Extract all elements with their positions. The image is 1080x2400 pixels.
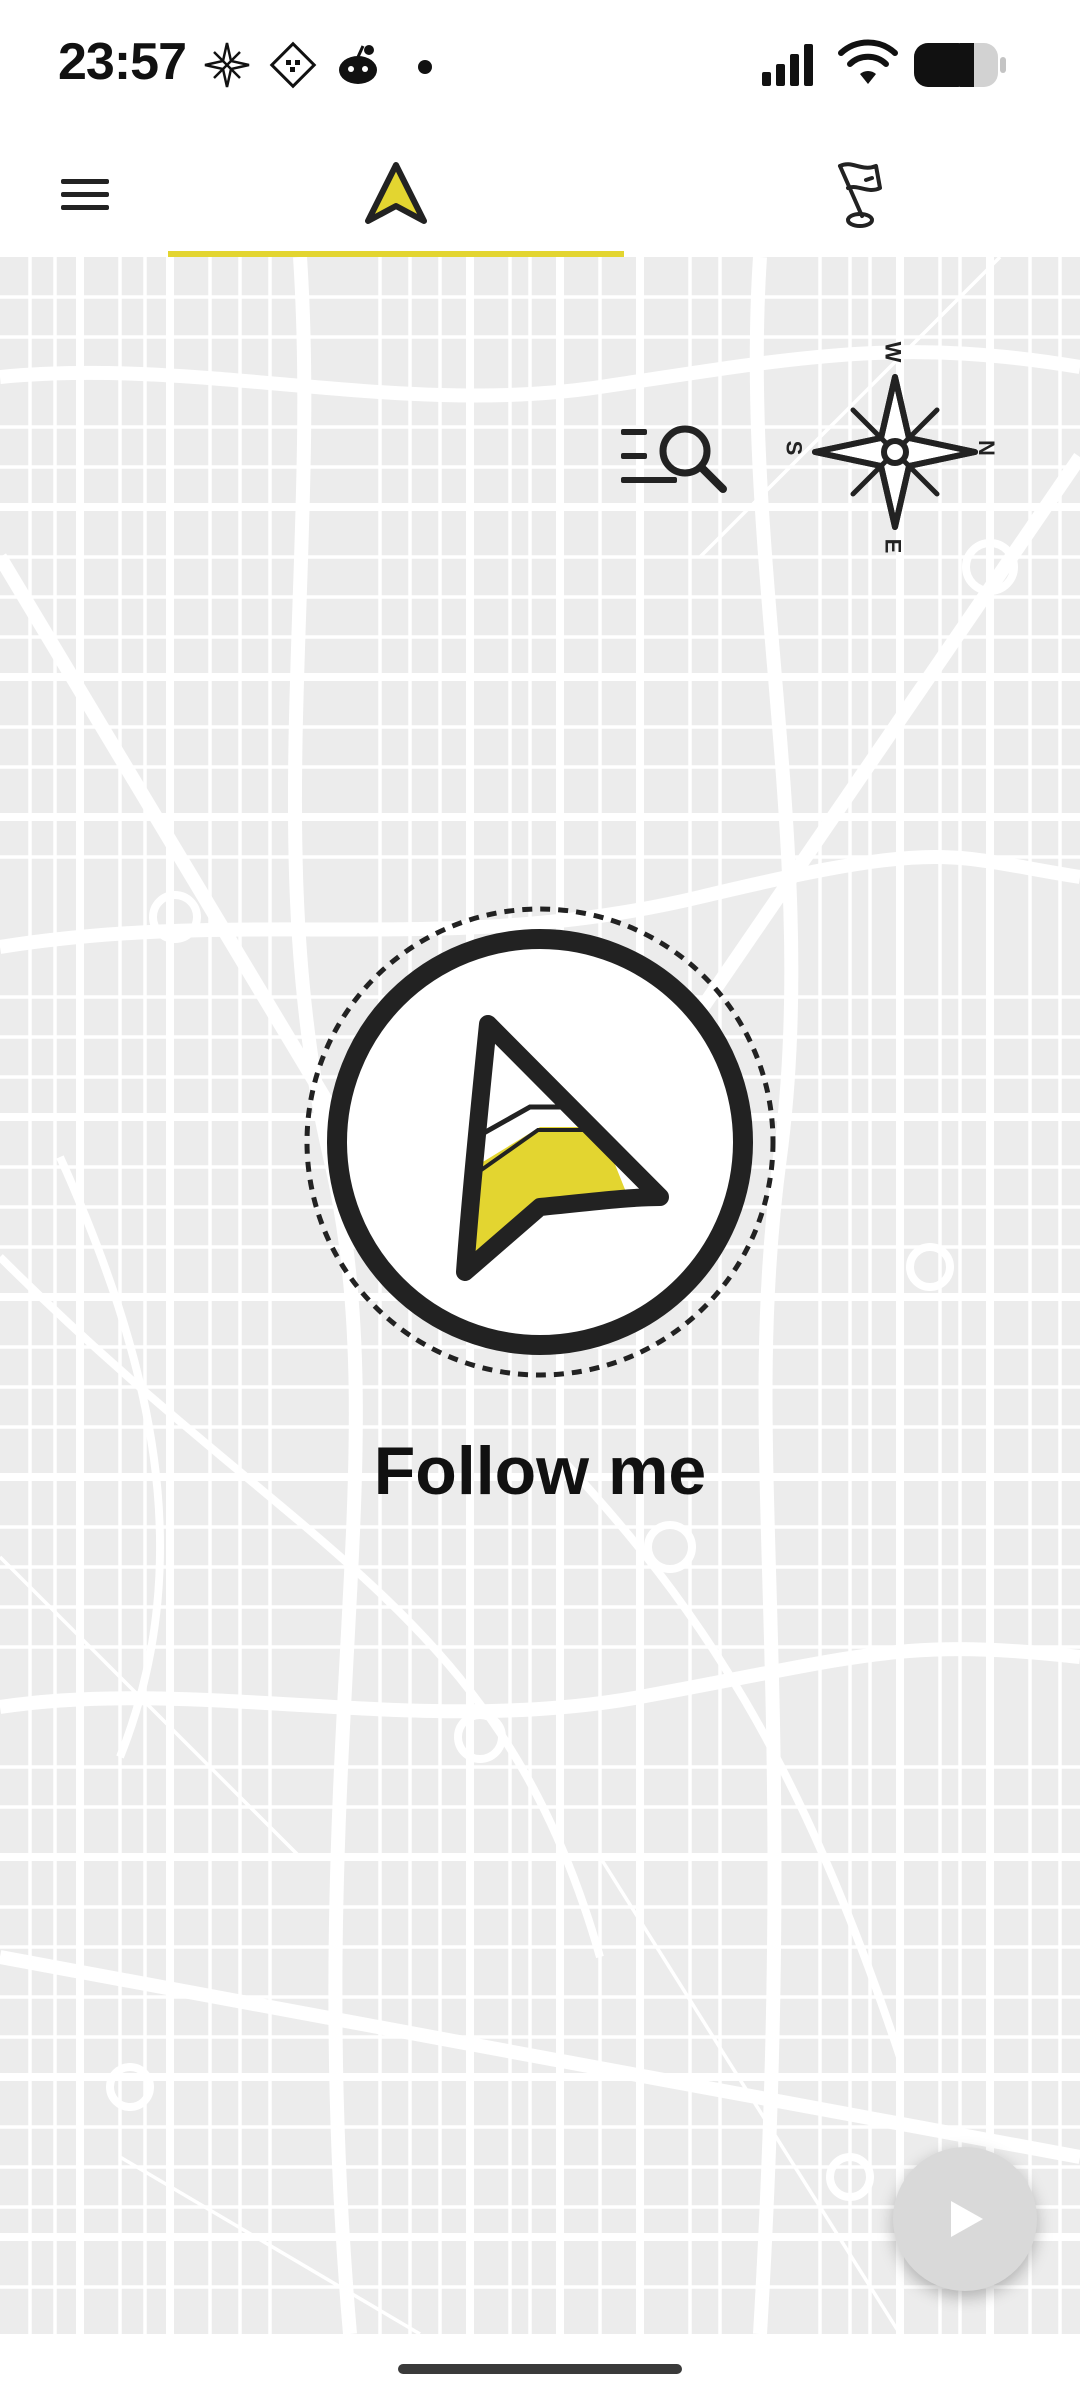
compass-east-label: E [880, 538, 906, 554]
navigation-arrow-icon [365, 161, 427, 224]
follow-me-button[interactable] [300, 902, 780, 1382]
wifi-icon [838, 39, 898, 84]
dot-icon [418, 60, 432, 74]
compass-rose-icon [204, 42, 250, 88]
app-screen: 23:57 N S E W Follow me [0, 0, 1080, 2400]
compass-widget[interactable]: N S E W [770, 337, 1020, 567]
follow-me-label[interactable]: Follow me [0, 1432, 1080, 1510]
map-pattern-icon [269, 41, 317, 89]
battery-icon [914, 43, 1006, 87]
tab-navigate[interactable] [168, 130, 624, 257]
compass-north-label: N [973, 440, 999, 456]
tab-golf[interactable] [760, 130, 960, 257]
bottom-gesture-area [0, 2334, 1080, 2400]
cellular-signal-icon [762, 44, 813, 86]
status-bar: 23:57 [0, 0, 1080, 130]
follow-me-arrow-icon [304, 906, 776, 1378]
play-button[interactable] [893, 2147, 1037, 2291]
map-view[interactable]: N S E W Follow me [0, 257, 1080, 2334]
menu-button[interactable] [40, 160, 130, 230]
top-toolbar [0, 130, 1080, 257]
compass-west-label: W [880, 341, 906, 363]
golf-flag-icon [838, 161, 882, 228]
list-search-icon [621, 425, 727, 493]
status-time: 23:57 [58, 33, 187, 91]
hamburger-menu-icon [61, 179, 109, 210]
reddit-icon [339, 45, 377, 84]
search-list-button[interactable] [615, 407, 735, 507]
home-indicator[interactable] [398, 2364, 682, 2374]
compass-south-label: S [781, 440, 807, 456]
play-icon [951, 2201, 983, 2237]
